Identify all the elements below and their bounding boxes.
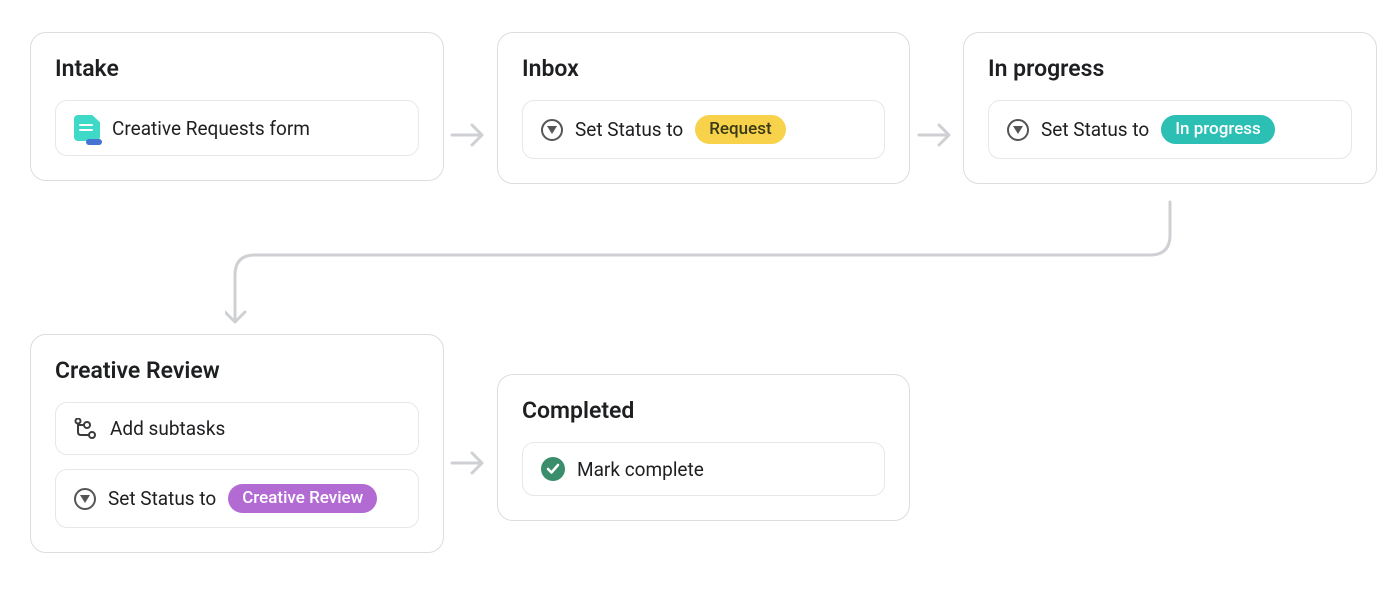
stage-title-intake: Intake	[55, 55, 419, 82]
rule-row-set-status-in-progress[interactable]: Set Status to In progress	[988, 100, 1352, 159]
arrow-intake-to-inbox	[450, 120, 492, 150]
stage-title-in-progress: In progress	[988, 55, 1352, 82]
stage-card-inbox: Inbox Set Status to Request	[497, 32, 910, 184]
form-label: Creative Requests form	[112, 117, 310, 140]
check-circle-icon	[541, 457, 565, 481]
arrow-creative-review-to-completed	[450, 448, 492, 478]
status-badge-creative-review: Creative Review	[228, 484, 377, 513]
rule-row-mark-complete[interactable]: Mark complete	[522, 442, 885, 496]
rule-row-add-subtasks[interactable]: Add subtasks	[55, 402, 419, 455]
rule-row-set-status-creative-review[interactable]: Set Status to Creative Review	[55, 469, 419, 528]
status-badge-in-progress: In progress	[1161, 115, 1275, 144]
form-row-creative-requests[interactable]: Creative Requests form	[55, 100, 419, 156]
subtasks-icon	[74, 418, 98, 440]
status-badge-request: Request	[695, 115, 785, 144]
form-icon	[74, 115, 100, 141]
trigger-dropdown-icon	[74, 488, 96, 510]
arrow-inbox-to-inprogress	[917, 120, 959, 150]
set-status-label: Set Status to	[1041, 118, 1149, 141]
arrow-inprogress-to-creative-review	[225, 200, 1175, 340]
stage-title-creative-review: Creative Review	[55, 357, 419, 384]
stage-title-inbox: Inbox	[522, 55, 885, 82]
stage-card-creative-review: Creative Review Add subtasks Set Status …	[30, 334, 444, 553]
trigger-dropdown-icon	[541, 119, 563, 141]
set-status-label: Set Status to	[575, 118, 683, 141]
add-subtasks-label: Add subtasks	[110, 417, 225, 440]
rule-row-set-status-request[interactable]: Set Status to Request	[522, 100, 885, 159]
trigger-dropdown-icon	[1007, 119, 1029, 141]
stage-card-intake: Intake Creative Requests form	[30, 32, 444, 181]
stage-card-in-progress: In progress Set Status to In progress	[963, 32, 1377, 184]
mark-complete-label: Mark complete	[577, 458, 704, 481]
stage-card-completed: Completed Mark complete	[497, 374, 910, 521]
set-status-label: Set Status to	[108, 487, 216, 510]
stage-title-completed: Completed	[522, 397, 885, 424]
